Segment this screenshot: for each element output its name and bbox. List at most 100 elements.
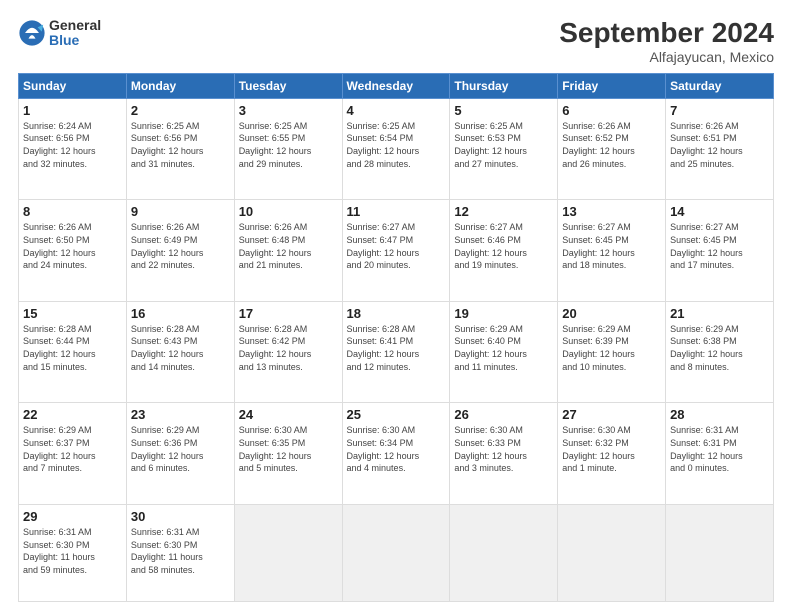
day-info: Sunrise: 6:28 AMSunset: 6:44 PMDaylight:…	[23, 324, 96, 372]
day-info: Sunrise: 6:27 AMSunset: 6:45 PMDaylight:…	[670, 222, 743, 270]
day-cell-22: 22 Sunrise: 6:29 AMSunset: 6:37 PMDayligh…	[19, 403, 127, 505]
logo-icon	[18, 19, 46, 47]
day-cell-empty-4-6	[666, 504, 774, 601]
day-info: Sunrise: 6:29 AMSunset: 6:40 PMDaylight:…	[454, 324, 527, 372]
day-number: 3	[239, 103, 338, 118]
day-info: Sunrise: 6:29 AMSunset: 6:39 PMDaylight:…	[562, 324, 635, 372]
col-saturday: Saturday	[666, 73, 774, 98]
day-number: 5	[454, 103, 553, 118]
day-cell-5: 5 Sunrise: 6:25 AMSunset: 6:53 PMDaylight…	[450, 98, 558, 200]
day-number: 2	[131, 103, 230, 118]
calendar: Sunday Monday Tuesday Wednesday Thursday…	[18, 73, 774, 602]
day-info: Sunrise: 6:30 AMSunset: 6:32 PMDaylight:…	[562, 425, 635, 473]
day-number: 30	[131, 509, 230, 524]
day-cell-20: 20 Sunrise: 6:29 AMSunset: 6:39 PMDayligh…	[558, 301, 666, 403]
day-cell-empty-4-2	[234, 504, 342, 601]
day-info: Sunrise: 6:27 AMSunset: 6:46 PMDaylight:…	[454, 222, 527, 270]
day-info: Sunrise: 6:29 AMSunset: 6:38 PMDaylight:…	[670, 324, 743, 372]
page: General Blue September 2024 Alfajayucan,…	[0, 0, 792, 612]
day-number: 29	[23, 509, 122, 524]
day-cell-10: 10Sunrise: 6:26 AMSunset: 6:48 PMDayligh…	[234, 200, 342, 302]
week-row-1: 8 Sunrise: 6:26 AMSunset: 6:50 PMDaylight…	[19, 200, 774, 302]
day-info: Sunrise: 6:26 AMSunset: 6:52 PMDaylight:…	[562, 121, 635, 169]
day-info: Sunrise: 6:25 AMSunset: 6:56 PMDaylight:…	[131, 121, 204, 169]
day-info: Sunrise: 6:28 AMSunset: 6:42 PMDaylight:…	[239, 324, 312, 372]
day-number: 1	[23, 103, 122, 118]
day-info: Sunrise: 6:25 AMSunset: 6:53 PMDaylight:…	[454, 121, 527, 169]
day-cell-7: 7 Sunrise: 6:26 AMSunset: 6:51 PMDaylight…	[666, 98, 774, 200]
day-number: 7	[670, 103, 769, 118]
day-number: 4	[347, 103, 446, 118]
day-cell-27: 27 Sunrise: 6:30 AMSunset: 6:32 PMDayligh…	[558, 403, 666, 505]
day-cell-29: 29 Sunrise: 6:31 AMSunset: 6:30 PMDayligh…	[19, 504, 127, 601]
day-info: Sunrise: 6:26 AMSunset: 6:51 PMDaylight:…	[670, 121, 743, 169]
day-number: 14	[670, 204, 769, 219]
logo-blue: Blue	[49, 33, 101, 48]
day-cell-26: 26Sunrise: 6:30 AMSunset: 6:33 PMDayligh…	[450, 403, 558, 505]
day-cell-11: 11 Sunrise: 6:27 AMSunset: 6:47 PMDayligh…	[342, 200, 450, 302]
day-number: 10	[239, 204, 338, 219]
day-cell-empty-4-3	[342, 504, 450, 601]
col-wednesday: Wednesday	[342, 73, 450, 98]
day-number: 20	[562, 306, 661, 321]
col-sunday: Sunday	[19, 73, 127, 98]
header-row: Sunday Monday Tuesday Wednesday Thursday…	[19, 73, 774, 98]
day-info: Sunrise: 6:30 AMSunset: 6:35 PMDaylight:…	[239, 425, 312, 473]
day-number: 26	[454, 407, 553, 422]
day-cell-19: 19 Sunrise: 6:29 AMSunset: 6:40 PMDayligh…	[450, 301, 558, 403]
day-cell-empty-4-5	[558, 504, 666, 601]
day-cell-18: 18Sunrise: 6:28 AMSunset: 6:41 PMDayligh…	[342, 301, 450, 403]
day-cell-25: 25Sunrise: 6:30 AMSunset: 6:34 PMDayligh…	[342, 403, 450, 505]
day-number: 16	[131, 306, 230, 321]
day-cell-28: 28Sunrise: 6:31 AMSunset: 6:31 PMDayligh…	[666, 403, 774, 505]
day-info: Sunrise: 6:28 AMSunset: 6:41 PMDaylight:…	[347, 324, 420, 372]
day-info: Sunrise: 6:31 AMSunset: 6:31 PMDaylight:…	[670, 425, 743, 473]
day-cell-13: 13 Sunrise: 6:27 AMSunset: 6:45 PMDayligh…	[558, 200, 666, 302]
day-cell-21: 21Sunrise: 6:29 AMSunset: 6:38 PMDayligh…	[666, 301, 774, 403]
col-tuesday: Tuesday	[234, 73, 342, 98]
day-info: Sunrise: 6:26 AMSunset: 6:50 PMDaylight:…	[23, 222, 96, 270]
day-info: Sunrise: 6:27 AMSunset: 6:47 PMDaylight:…	[347, 222, 420, 270]
day-info: Sunrise: 6:30 AMSunset: 6:34 PMDaylight:…	[347, 425, 420, 473]
day-cell-8: 8 Sunrise: 6:26 AMSunset: 6:50 PMDaylight…	[19, 200, 127, 302]
col-friday: Friday	[558, 73, 666, 98]
day-number: 6	[562, 103, 661, 118]
day-info: Sunrise: 6:28 AMSunset: 6:43 PMDaylight:…	[131, 324, 204, 372]
day-info: Sunrise: 6:31 AMSunset: 6:30 PMDaylight:…	[131, 527, 203, 575]
logo-general: General	[49, 18, 101, 33]
day-number: 27	[562, 407, 661, 422]
day-info: Sunrise: 6:29 AMSunset: 6:36 PMDaylight:…	[131, 425, 204, 473]
day-cell-4: 4Sunrise: 6:25 AMSunset: 6:54 PMDaylight…	[342, 98, 450, 200]
location: Alfajayucan, Mexico	[559, 49, 774, 65]
day-number: 13	[562, 204, 661, 219]
day-info: Sunrise: 6:27 AMSunset: 6:45 PMDaylight:…	[562, 222, 635, 270]
logo-text: General Blue	[49, 18, 101, 49]
week-row-2: 15Sunrise: 6:28 AMSunset: 6:44 PMDayligh…	[19, 301, 774, 403]
day-number: 11	[347, 204, 446, 219]
day-info: Sunrise: 6:26 AMSunset: 6:49 PMDaylight:…	[131, 222, 204, 270]
day-number: 17	[239, 306, 338, 321]
day-number: 24	[239, 407, 338, 422]
day-cell-1: 1 Sunrise: 6:24 AMSunset: 6:56 PMDaylight…	[19, 98, 127, 200]
day-info: Sunrise: 6:31 AMSunset: 6:30 PMDaylight:…	[23, 527, 95, 575]
day-cell-14: 14 Sunrise: 6:27 AMSunset: 6:45 PMDayligh…	[666, 200, 774, 302]
day-cell-15: 15Sunrise: 6:28 AMSunset: 6:44 PMDayligh…	[19, 301, 127, 403]
day-cell-empty-4-4	[450, 504, 558, 601]
day-cell-24: 24 Sunrise: 6:30 AMSunset: 6:35 PMDayligh…	[234, 403, 342, 505]
week-row-0: 1 Sunrise: 6:24 AMSunset: 6:56 PMDaylight…	[19, 98, 774, 200]
day-number: 8	[23, 204, 122, 219]
month-title: September 2024	[559, 18, 774, 49]
title-block: September 2024 Alfajayucan, Mexico	[559, 18, 774, 65]
day-cell-6: 6 Sunrise: 6:26 AMSunset: 6:52 PMDaylight…	[558, 98, 666, 200]
day-info: Sunrise: 6:29 AMSunset: 6:37 PMDaylight:…	[23, 425, 96, 473]
week-row-3: 22 Sunrise: 6:29 AMSunset: 6:37 PMDayligh…	[19, 403, 774, 505]
day-number: 22	[23, 407, 122, 422]
day-number: 12	[454, 204, 553, 219]
header: General Blue September 2024 Alfajayucan,…	[18, 18, 774, 65]
day-number: 19	[454, 306, 553, 321]
day-info: Sunrise: 6:24 AMSunset: 6:56 PMDaylight:…	[23, 121, 96, 169]
day-cell-2: 2 Sunrise: 6:25 AMSunset: 6:56 PMDaylight…	[126, 98, 234, 200]
col-thursday: Thursday	[450, 73, 558, 98]
day-cell-23: 23 Sunrise: 6:29 AMSunset: 6:36 PMDayligh…	[126, 403, 234, 505]
day-number: 23	[131, 407, 230, 422]
